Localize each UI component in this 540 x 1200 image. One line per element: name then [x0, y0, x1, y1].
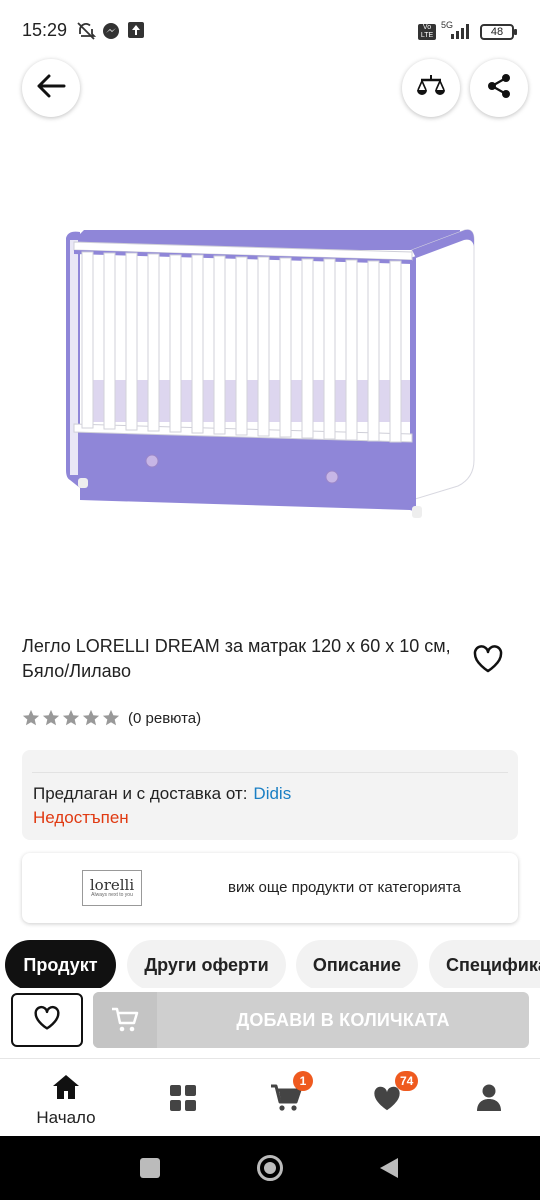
add-to-cart-label: ДОБАВИ В КОЛИЧКАТА: [236, 1010, 450, 1030]
star-icon: [102, 709, 120, 726]
add-to-cart-button[interactable]: ДОБАВИ В КОЛИЧКАТА: [93, 992, 529, 1048]
seller-link[interactable]: Didis: [253, 784, 291, 803]
status-bar: 15:29 Vo LTE 5G 48: [0, 0, 540, 60]
product-tabs: Продукт Други оферти Описание Спецификац…: [0, 940, 540, 990]
tab-other-offers[interactable]: Други оферти: [127, 940, 286, 990]
back-button[interactable]: [22, 59, 80, 117]
tab-product[interactable]: Продукт: [5, 940, 116, 990]
share-button[interactable]: [470, 59, 528, 117]
grid-icon: [168, 1083, 198, 1118]
category-link[interactable]: виж още продукти от категорията: [228, 879, 461, 896]
scales-icon: [416, 73, 446, 104]
cart-badge: 1: [293, 1071, 313, 1091]
rating[interactable]: (0 ревюта): [22, 708, 201, 728]
cart-icon: [93, 992, 157, 1048]
home-icon: [51, 1073, 81, 1106]
brand-logo-subtext: Always next to you: [91, 892, 133, 898]
tab-description[interactable]: Описание: [296, 940, 418, 990]
heart-icon: [472, 645, 504, 678]
bottom-navigation: Начало 1 74: [0, 1058, 540, 1136]
back-system-button[interactable]: [378, 1156, 400, 1185]
nav-home-label: Начало: [36, 1108, 96, 1127]
favorite-button[interactable]: [472, 644, 504, 674]
status-time: 15:29: [22, 20, 68, 40]
availability-status: Недостъпен: [33, 808, 129, 827]
messenger-icon: [102, 22, 120, 45]
signal-icon: 5G: [441, 20, 473, 40]
recents-button[interactable]: [140, 1158, 160, 1178]
brand-logo-text: lorelli: [89, 876, 135, 894]
volte-icon: Vo LTE: [418, 24, 436, 40]
reviews-count[interactable]: (0 ревюта): [128, 710, 201, 727]
star-icon: [42, 709, 60, 726]
product-image[interactable]: [60, 210, 480, 530]
star-icon: [62, 709, 80, 726]
system-navigation-bar: [0, 1136, 540, 1200]
heart-icon: [33, 1005, 61, 1036]
tab-specifications[interactable]: Спецификации: [429, 940, 540, 990]
compare-button[interactable]: [402, 59, 460, 117]
action-bar: ДОБАВИ В КОЛИЧКАТА: [0, 988, 540, 1056]
home-system-button[interactable]: [257, 1155, 283, 1181]
add-to-wishlist-button[interactable]: [11, 993, 83, 1047]
battery-indicator: 48: [480, 24, 517, 40]
divider: [32, 772, 508, 773]
seller-info: Предлаган и с доставка от: Didis: [33, 784, 291, 804]
star-icon: [82, 709, 100, 726]
user-icon: [475, 1083, 503, 1118]
seller-label: Предлаган и с доставка от:: [33, 784, 248, 803]
star-icon: [22, 709, 40, 726]
favorites-badge: 74: [395, 1071, 419, 1091]
arrow-left-icon: [36, 74, 66, 103]
mute-icon: [76, 22, 97, 45]
brand-logo[interactable]: lorelli Always next to you: [82, 870, 142, 906]
brand-card[interactable]: lorelli Always next to you виж още проду…: [22, 853, 518, 923]
product-title: Легло LORELLI DREAM за матрак 120 x 60 x…: [22, 636, 451, 681]
upload-icon: [128, 22, 144, 43]
heart-icon: [372, 1085, 402, 1117]
share-icon: [486, 73, 512, 104]
